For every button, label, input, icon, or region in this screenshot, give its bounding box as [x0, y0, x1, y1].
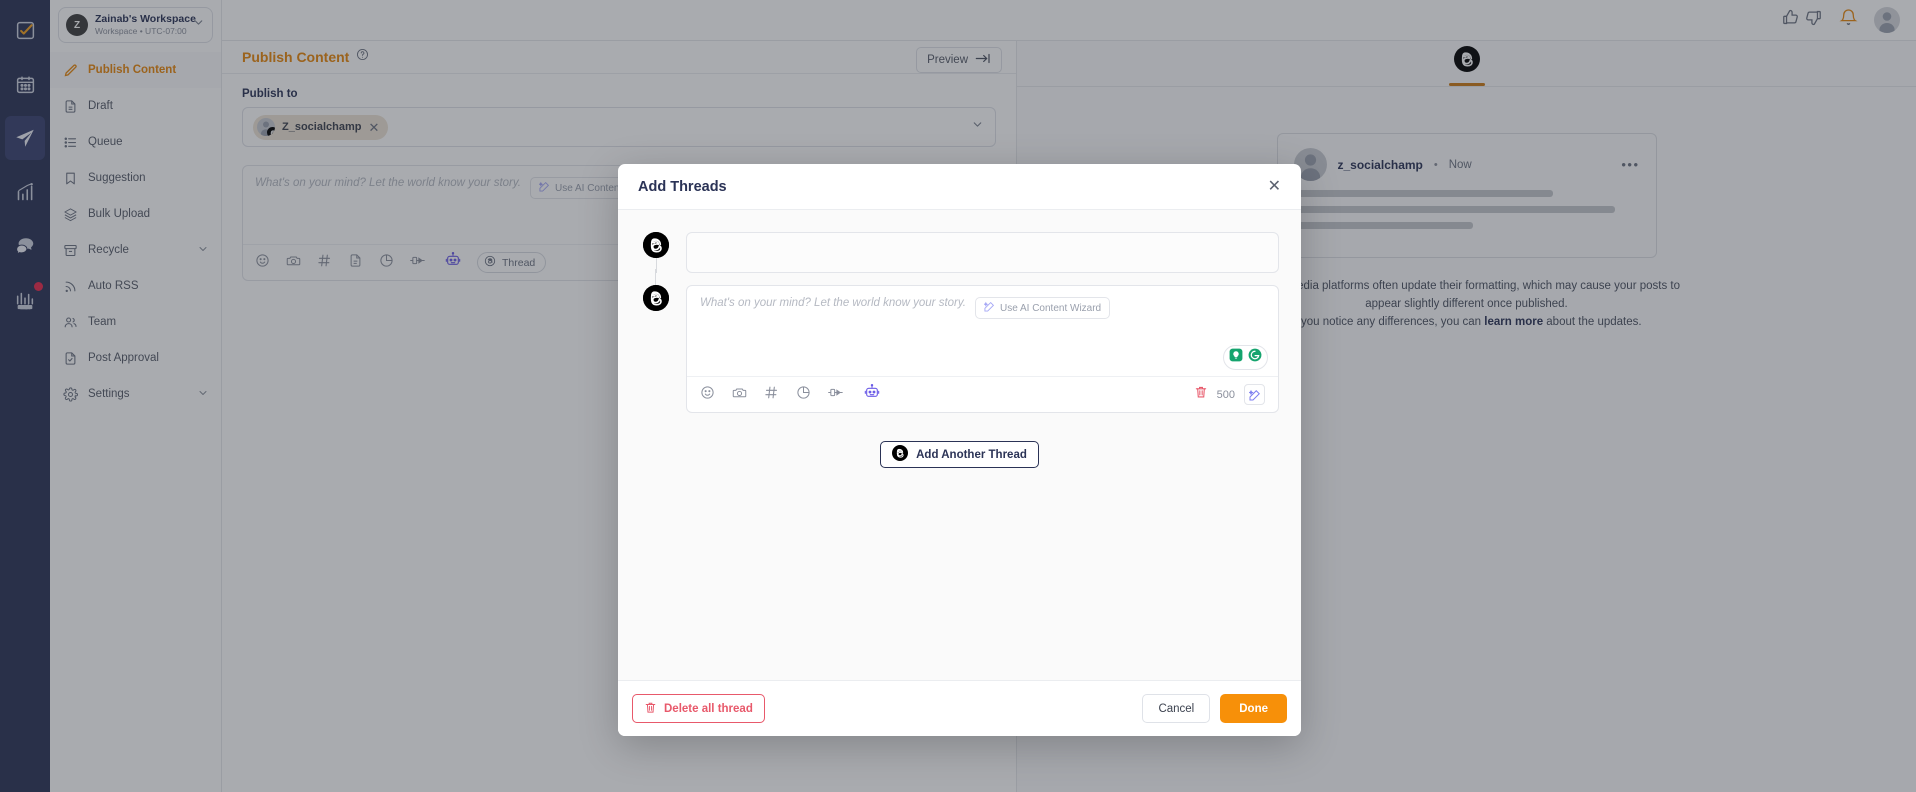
app-root: BETA Z Zainab's Workspace Workspace • UT… [0, 0, 1916, 792]
thread-gutter [640, 285, 672, 413]
modal-body: What's on your mind? Let the world know … [618, 210, 1301, 680]
camera-icon[interactable] [732, 385, 747, 405]
lightbulb-icon[interactable] [1229, 348, 1243, 367]
modal-title: Add Threads [638, 178, 727, 195]
modal-footer-actions: Cancel Done [1142, 694, 1287, 723]
thread-item [640, 232, 1279, 273]
threads-icon [643, 285, 669, 311]
pie-chart-icon[interactable] [796, 385, 811, 405]
thread-editor[interactable]: What's on your mind? Let the world know … [686, 285, 1279, 413]
thread-editor-placeholder: What's on your mind? Let the world know … [700, 297, 966, 309]
close-icon[interactable]: ✕ [1268, 178, 1281, 195]
add-threads-modal: Add Threads ✕ What's on your mind? Let t… [618, 164, 1301, 736]
thread-gutter [640, 232, 672, 273]
ai-content-wizard-label: Use AI Content Wizard [999, 302, 1102, 314]
grammarly-badge[interactable] [1223, 345, 1268, 370]
thread-editor-input[interactable]: What's on your mind? Let the world know … [687, 286, 1278, 376]
delete-all-thread-button[interactable]: Delete all thread [632, 694, 765, 723]
add-another-thread-button[interactable]: Add Another Thread [880, 441, 1039, 468]
cancel-button[interactable]: Cancel [1142, 694, 1211, 723]
plug-icon[interactable] [828, 385, 847, 405]
done-button[interactable]: Done [1220, 694, 1287, 723]
thread-gap [640, 269, 1279, 291]
thread-editor-toolbar: 500 [687, 376, 1278, 412]
hashtag-icon[interactable] [764, 385, 779, 405]
ai-content-wizard-button[interactable]: Use AI Content Wizard [974, 297, 1111, 319]
thread-item: What's on your mind? Let the world know … [640, 285, 1279, 413]
threads-icon [892, 445, 909, 464]
thread-toolbar-right: 500 [1194, 384, 1265, 405]
magic-wand-icon [983, 301, 995, 315]
add-another-thread-wrapper: Add Another Thread [640, 441, 1279, 468]
add-another-thread-label: Add Another Thread [916, 448, 1027, 461]
robot-icon[interactable] [864, 383, 880, 405]
trash-icon [644, 701, 657, 717]
magic-wand-icon[interactable] [1244, 384, 1265, 405]
character-count: 500 [1216, 388, 1235, 401]
trash-icon[interactable] [1194, 385, 1208, 404]
grammarly-logo-icon[interactable] [1248, 348, 1262, 367]
delete-all-thread-label: Delete all thread [664, 702, 753, 715]
thread-text-input[interactable] [686, 232, 1279, 273]
modal-footer: Delete all thread Cancel Done [618, 680, 1301, 736]
emoji-icon[interactable] [700, 385, 715, 405]
threads-icon [643, 232, 669, 258]
modal-header: Add Threads ✕ [618, 164, 1301, 210]
